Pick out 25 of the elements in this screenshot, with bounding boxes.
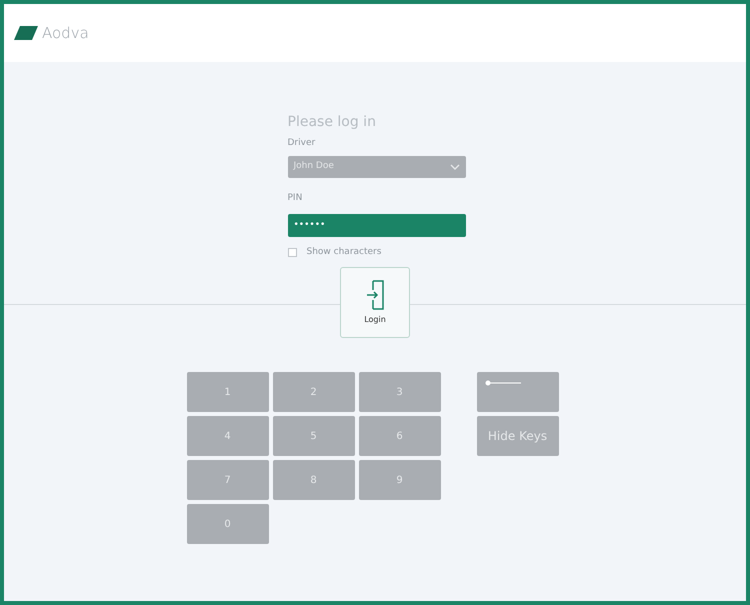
checkbox-label: Show characters bbox=[306, 246, 382, 258]
login-icon bbox=[365, 280, 385, 310]
logo-icon bbox=[14, 26, 38, 40]
login-button[interactable]: Login bbox=[340, 267, 410, 338]
backspace-key[interactable] bbox=[476, 372, 558, 412]
digit-key[interactable]: 4 bbox=[186, 416, 268, 456]
pin-input[interactable]: •••••• bbox=[288, 214, 466, 236]
digit-key[interactable]: 6 bbox=[358, 416, 440, 456]
hide-keys-button[interactable]: Hide Keys bbox=[476, 416, 558, 456]
logo-text: Aodva bbox=[42, 22, 89, 44]
field-label: PIN bbox=[288, 192, 304, 204]
digit-key[interactable]: 1 bbox=[186, 372, 268, 412]
backspace-icon bbox=[484, 380, 520, 386]
digit-key[interactable]: 3 bbox=[358, 372, 440, 412]
digit-key[interactable]: 7 bbox=[186, 460, 268, 500]
digit-key[interactable]: 5 bbox=[272, 416, 354, 456]
field-label: Driver bbox=[288, 137, 316, 150]
checkbox[interactable] bbox=[288, 248, 296, 257]
digit-key[interactable]: 8 bbox=[272, 460, 354, 500]
driver-select[interactable]: John Doe bbox=[288, 156, 466, 178]
chevron-down-icon bbox=[450, 164, 460, 170]
digit-key[interactable]: 2 bbox=[272, 372, 354, 412]
digit-key[interactable]: 9 bbox=[358, 460, 440, 500]
digit-key[interactable]: 0 bbox=[186, 504, 268, 544]
form-title: Please log in bbox=[288, 113, 377, 132]
